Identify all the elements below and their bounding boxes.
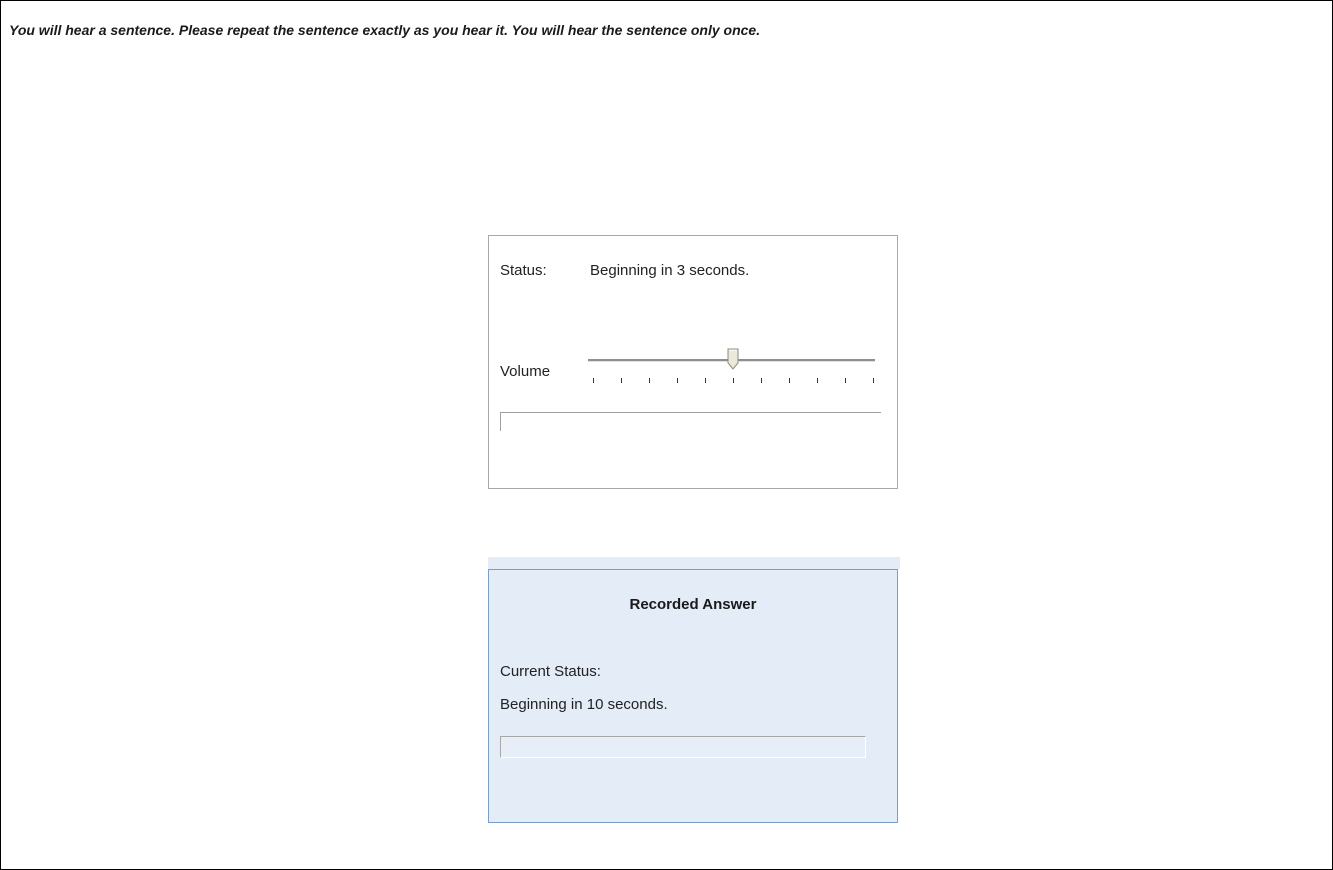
volume-label: Volume: [500, 363, 551, 380]
volume-tick: [593, 378, 594, 383]
recorder-status-text: Beginning in 10 seconds.: [500, 696, 668, 713]
volume-tick: [789, 378, 790, 383]
volume-tick: [705, 378, 706, 383]
volume-tick: [649, 378, 650, 383]
audio-player-panel: Status: Beginning in 3 seconds. Volume: [488, 235, 898, 489]
volume-tick-marks: [593, 378, 874, 386]
recorder-status-label: Current Status:: [500, 663, 601, 680]
recording-progress-bar: [500, 736, 866, 758]
volume-tick: [845, 378, 846, 383]
volume-tick: [761, 378, 762, 383]
instruction-text: You will hear a sentence. Please repeat …: [9, 22, 761, 38]
volume-tick: [817, 378, 818, 383]
recorded-answer-panel: Recorded Answer Current Status: Beginnin…: [488, 569, 898, 823]
volume-tick: [621, 378, 622, 383]
recorded-answer-title: Recorded Answer: [629, 596, 757, 613]
recorder-header-band: [488, 557, 900, 569]
playback-progress-bar: [500, 412, 881, 431]
volume-tick: [873, 378, 874, 383]
player-status-text: Beginning in 3 seconds.: [590, 262, 750, 279]
volume-tick: [733, 378, 734, 383]
volume-tick: [677, 378, 678, 383]
volume-slider-thumb[interactable]: [727, 348, 739, 370]
player-status-label: Status:: [500, 262, 547, 279]
